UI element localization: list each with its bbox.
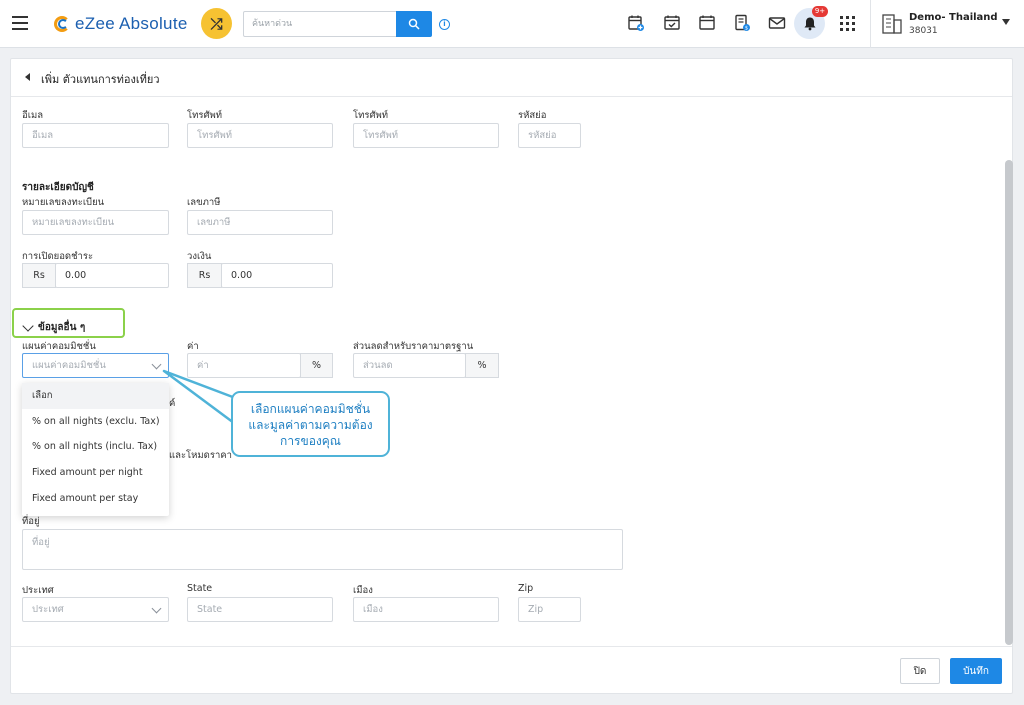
zip-label: Zip [518, 583, 534, 594]
other-info-section-title: ข้อมูลอื่น ๆ [38, 322, 86, 333]
credit-limit-currency: Rs [187, 263, 222, 288]
discount-field[interactable] [353, 353, 466, 378]
country-placeholder: ประเทศ [32, 604, 64, 615]
other-info-toggle[interactable]: ข้อมูลอื่น ๆ [22, 320, 85, 335]
credit-limit-label: วงเงิน [187, 251, 212, 262]
phone2-field[interactable] [353, 123, 499, 148]
zip-field[interactable] [518, 597, 581, 622]
address-label: ที่อยู่ [22, 516, 40, 527]
tax-id-label: เลขภาษี [187, 197, 221, 208]
search-input[interactable] [243, 11, 397, 37]
notification-badge: 9+ [812, 6, 828, 17]
credit-limit-field[interactable] [221, 263, 333, 288]
search-button[interactable] [396, 11, 432, 37]
close-button[interactable]: ปิด [900, 658, 940, 684]
tax-id-field[interactable] [187, 210, 333, 235]
email-label: อีเมล [22, 110, 44, 121]
search-icon [408, 18, 420, 30]
tutorial-callout: เลือกแผนค่าคอมมิชชั่น และมูลค่าตามความต้… [231, 391, 390, 457]
email-field[interactable] [22, 123, 169, 148]
invoice-icon[interactable]: $ [733, 14, 751, 32]
country-label: ประเทศ [22, 585, 54, 596]
callout-line: การของคุณ [280, 434, 341, 448]
dropdown-option[interactable]: เลือก [22, 383, 169, 409]
panel-header: เพิ่ม ตัวแทนการท่องเที่ยว [11, 59, 1012, 97]
callout-line: เลือกแผนค่าคอมมิชชั่น [250, 402, 371, 416]
country-select[interactable]: ประเทศ [22, 597, 169, 622]
discount-label: ส่วนลดสำหรับราคามาตรฐาน [353, 341, 474, 352]
bell-icon [804, 17, 815, 31]
phone2-label: โทรศัพท์ [353, 110, 389, 121]
top-bar: eZee Absolute ⤮ i $ 9+ Demo- Thailand 38… [0, 0, 1024, 48]
address-field[interactable] [22, 529, 623, 570]
opening-balance-field[interactable] [55, 263, 169, 288]
shortcode-field[interactable] [518, 123, 581, 148]
dropdown-option[interactable]: Fixed amount per stay [22, 485, 169, 511]
state-label: State [187, 583, 213, 594]
reg-no-field[interactable] [22, 210, 169, 235]
shuffle-icon[interactable]: ⤮ [201, 8, 232, 39]
logo-icon [52, 14, 72, 34]
commission-plan-dropdown: เลือก % on all nights (exclu. Tax) % on … [22, 383, 169, 516]
hotel-code: 38031 [909, 26, 938, 36]
header-divider [870, 0, 871, 48]
city-label: เมือง [353, 585, 373, 596]
value-label: ค่า [187, 341, 199, 352]
value-suffix: % [300, 353, 333, 378]
opening-balance-label: การเปิดยอดชำระ [22, 251, 94, 262]
phone1-label: โทรศัพท์ [187, 110, 223, 121]
shortcode-label: รหัสย่อ [518, 110, 547, 121]
commission-plan-placeholder: แผนค่าคอมมิชชั่น [32, 360, 106, 371]
app-name: eZee Absolute [75, 14, 188, 33]
partially-hidden-label: และโหมดราคา [169, 450, 232, 461]
commission-plan-select[interactable]: แผนค่าคอมมิชชั่น [22, 353, 169, 378]
dropdown-option[interactable]: Fixed amount per night [22, 460, 169, 486]
svg-text:$: $ [745, 26, 748, 32]
phone1-field[interactable] [187, 123, 333, 148]
opening-balance-currency: Rs [22, 263, 56, 288]
caret-down-icon[interactable] [1002, 19, 1010, 25]
dropdown-option[interactable]: % on all nights (exclu. Tax) [22, 409, 169, 435]
dropdown-option[interactable]: % on all nights (inclu. Tax) [22, 434, 169, 460]
apps-icon[interactable] [840, 16, 855, 31]
calendar-add-icon[interactable] [627, 14, 645, 32]
info-icon[interactable]: i [439, 19, 450, 30]
city-field[interactable] [353, 597, 499, 622]
back-icon[interactable] [25, 73, 30, 81]
panel-footer: ปิด บันทึก [11, 646, 1012, 694]
menu-icon[interactable] [12, 16, 28, 30]
calendar-icon[interactable] [698, 14, 716, 32]
hotel-name[interactable]: Demo- Thailand [909, 12, 998, 23]
mail-icon[interactable] [768, 14, 786, 32]
building-icon [882, 12, 902, 34]
save-button[interactable]: บันทึก [950, 658, 1002, 684]
scrollbar[interactable] [1005, 160, 1013, 645]
page-title: เพิ่ม ตัวแทนการท่องเที่ยว [41, 73, 160, 86]
commission-plan-label: แผนค่าคอมมิชชั่น [22, 341, 96, 352]
reg-no-label: หมายเลขลงทะเบียน [22, 197, 105, 208]
chevron-down-icon [22, 320, 34, 332]
callout-line: และมูลค่าตามความต้อง [248, 418, 373, 432]
state-field[interactable] [187, 597, 333, 622]
app-logo[interactable]: eZee Absolute [52, 12, 188, 36]
discount-suffix: % [465, 353, 499, 378]
calendar-check-icon[interactable] [663, 14, 681, 32]
chevron-down-icon [151, 603, 162, 614]
account-section-title: รายละเอียดบัญชี [22, 182, 94, 193]
